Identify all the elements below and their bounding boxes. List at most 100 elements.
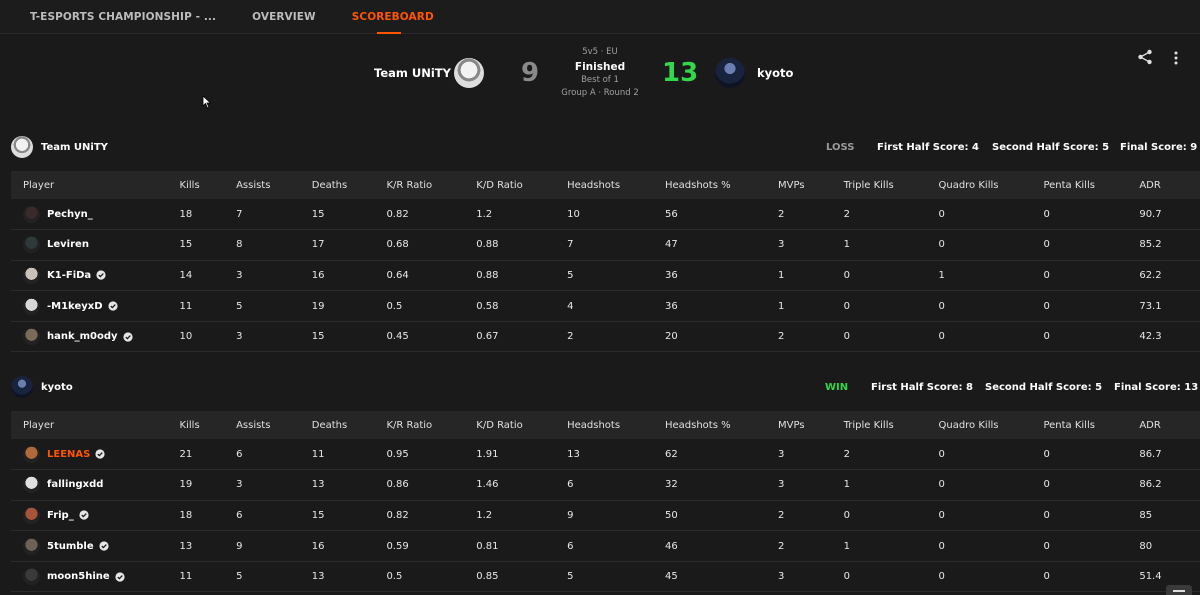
column-header-kd-ratio[interactable]: K/D Ratio bbox=[476, 171, 567, 199]
cell-penta-kills: 0 bbox=[1043, 199, 1140, 231]
column-header-kills[interactable]: Kills bbox=[180, 411, 237, 439]
player-cell[interactable]: Frip_ bbox=[11, 500, 180, 532]
scroll-to-bottom-button[interactable] bbox=[1166, 585, 1192, 595]
table-row[interactable]: Leviren 15 8 17 0.68 0.88 7 47 3 1 0 0 85.2 bbox=[11, 229, 1200, 261]
player-name[interactable]: fallingxdd bbox=[47, 479, 103, 490]
final-score: Final Score: 13 bbox=[1114, 382, 1199, 393]
cell-kd-ratio: 1.2 bbox=[476, 199, 568, 231]
column-header-deaths[interactable]: Deaths bbox=[312, 171, 387, 199]
table-row[interactable]: hank_m0ody 10 3 15 0.45 0.67 2 20 2 0 0 0 42.3 bbox=[11, 321, 1200, 353]
player-avatar[interactable] bbox=[23, 476, 40, 494]
column-header-penta-kills[interactable]: Penta Kills bbox=[1043, 171, 1139, 199]
column-header-mvps[interactable]: MVPs bbox=[778, 411, 844, 439]
column-header-kr-ratio[interactable]: K/R Ratio bbox=[386, 171, 476, 199]
cell-headshots-pct: 56 bbox=[664, 199, 779, 231]
player-avatar[interactable] bbox=[23, 266, 40, 284]
match-status: Finished bbox=[574, 61, 626, 73]
left-team-name[interactable]: Team UNiTY bbox=[374, 66, 451, 80]
column-header-assists[interactable]: Assists bbox=[236, 171, 312, 199]
player-name[interactable]: LEENAS bbox=[47, 449, 90, 460]
left-team-logo[interactable] bbox=[454, 58, 484, 88]
player-name[interactable]: moon5hine bbox=[47, 571, 110, 582]
right-team-logo[interactable] bbox=[715, 58, 745, 88]
table-row[interactable]: fallingxdd 19 3 13 0.86 1.46 6 32 3 1 0 0 86.2 bbox=[11, 469, 1200, 501]
cell-mvps: 1 bbox=[778, 290, 844, 322]
cell-deaths: 17 bbox=[311, 229, 387, 261]
player-cell[interactable]: 5tumble bbox=[11, 530, 180, 562]
column-header-kills[interactable]: Kills bbox=[180, 171, 237, 199]
player-avatar[interactable] bbox=[23, 328, 40, 346]
second-half-score: Second Half Score: 5 bbox=[985, 382, 1103, 393]
player-cell[interactable]: LEENAS bbox=[11, 439, 180, 471]
cell-mvps: 2 bbox=[778, 199, 844, 231]
player-avatar[interactable] bbox=[23, 445, 40, 463]
team-name[interactable]: Team UNiTY bbox=[41, 142, 108, 153]
team-name[interactable]: kyoto bbox=[41, 382, 73, 393]
player-name[interactable]: K1-FiDa bbox=[47, 270, 91, 281]
column-header-quadro-kills[interactable]: Quadro Kills bbox=[938, 171, 1043, 199]
table-row[interactable]: LEENAS 21 6 11 0.95 1.91 13 62 3 2 0 0 86.7 bbox=[11, 439, 1200, 471]
column-header-quadro-kills[interactable]: Quadro Kills bbox=[938, 411, 1043, 439]
table-row[interactable]: Pechyn_ 18 7 15 0.82 1.2 10 56 2 2 0 0 90.7 bbox=[11, 199, 1200, 231]
player-name[interactable]: Leviren bbox=[47, 239, 89, 250]
column-header-kd-ratio[interactable]: K/D Ratio bbox=[476, 411, 567, 439]
column-header-player[interactable]: Player bbox=[11, 411, 180, 439]
table-row[interactable]: -M1keyxD 11 5 19 0.5 0.58 4 36 1 0 0 0 73.1 bbox=[11, 290, 1200, 322]
column-header-triple-kills[interactable]: Triple Kills bbox=[844, 411, 939, 439]
tab-overview[interactable]: OVERVIEW bbox=[252, 0, 316, 34]
column-header-penta-kills[interactable]: Penta Kills bbox=[1043, 411, 1139, 439]
player-name[interactable]: Frip_ bbox=[47, 510, 74, 521]
player-avatar[interactable] bbox=[23, 537, 40, 555]
player-name[interactable]: 5tumble bbox=[47, 541, 94, 552]
right-team-name[interactable]: kyoto bbox=[757, 66, 793, 80]
column-header-headshots-pct[interactable]: Headshots % bbox=[665, 171, 778, 199]
cell-triple-kills: 2 bbox=[843, 199, 939, 231]
player-avatar[interactable] bbox=[23, 236, 40, 254]
column-header-adr[interactable]: ADR bbox=[1139, 171, 1200, 199]
column-header-headshots[interactable]: Headshots bbox=[567, 171, 665, 199]
final-score: Final Score: 9 bbox=[1120, 142, 1198, 153]
cell-adr: 42.3 bbox=[1139, 321, 1200, 353]
column-header-player[interactable]: Player bbox=[11, 171, 180, 199]
player-cell[interactable]: K1-FiDa bbox=[11, 260, 180, 292]
table-row[interactable]: moon5hine 11 5 13 0.5 0.85 5 45 3 0 0 0 51.4 bbox=[11, 561, 1200, 593]
column-header-triple-kills[interactable]: Triple Kills bbox=[844, 171, 939, 199]
column-header-headshots[interactable]: Headshots bbox=[567, 411, 665, 439]
cell-headshots-pct: 32 bbox=[664, 469, 779, 501]
player-name[interactable]: -M1keyxD bbox=[47, 301, 103, 312]
column-header-headshots-pct[interactable]: Headshots % bbox=[665, 411, 778, 439]
scoreboard-table-1: Player Kills Assists Deaths K/R Ratio K/D Rat… bbox=[11, 171, 1200, 353]
share-icon[interactable] bbox=[1137, 49, 1153, 65]
column-header-assists[interactable]: Assists bbox=[236, 411, 312, 439]
player-avatar[interactable] bbox=[23, 568, 40, 586]
column-header-adr[interactable]: ADR bbox=[1139, 411, 1200, 439]
cell-kd-ratio: 0.88 bbox=[476, 260, 568, 292]
scoreboard-table-2: Player Kills Assists Deaths K/R Ratio K/D Rat… bbox=[11, 411, 1200, 593]
player-cell[interactable]: fallingxdd bbox=[11, 469, 180, 501]
player-cell[interactable]: Pechyn_ bbox=[11, 199, 180, 231]
player-cell[interactable]: hank_m0ody bbox=[11, 321, 180, 353]
player-cell[interactable]: moon5hine bbox=[11, 561, 180, 593]
player-avatar[interactable] bbox=[23, 297, 40, 315]
table-row[interactable]: K1-FiDa 14 3 16 0.64 0.88 5 36 1 0 1 0 62.2 bbox=[11, 260, 1200, 292]
player-name[interactable]: hank_m0ody bbox=[47, 331, 118, 342]
cell-mvps: 3 bbox=[778, 469, 844, 501]
tab-championship[interactable]: T-ESPORTS CHAMPIONSHIP - ... bbox=[30, 0, 216, 34]
table-row[interactable]: 5tumble 13 9 16 0.59 0.81 6 46 2 1 0 0 80 bbox=[11, 530, 1200, 562]
column-header-mvps[interactable]: MVPs bbox=[778, 171, 844, 199]
table-row[interactable]: Frip_ 18 6 15 0.82 1.2 9 50 2 0 0 0 85 bbox=[11, 500, 1200, 532]
player-avatar[interactable] bbox=[23, 205, 40, 223]
column-header-deaths[interactable]: Deaths bbox=[312, 411, 387, 439]
column-header-kr-ratio[interactable]: K/R Ratio bbox=[386, 411, 476, 439]
tab-scoreboard[interactable]: SCOREBOARD bbox=[352, 0, 434, 34]
player-name[interactable]: Pechyn_ bbox=[47, 209, 93, 220]
match-best-of: Best of 1 bbox=[581, 75, 619, 85]
player-avatar[interactable] bbox=[23, 506, 40, 524]
cell-headshots: 5 bbox=[567, 260, 665, 292]
player-cell[interactable]: Leviren bbox=[11, 229, 180, 261]
cell-assists: 7 bbox=[236, 199, 312, 231]
player-cell[interactable]: -M1keyxD bbox=[11, 290, 180, 322]
cell-assists: 6 bbox=[236, 500, 312, 532]
more-vertical-icon[interactable] bbox=[1171, 50, 1181, 66]
cell-penta-kills: 0 bbox=[1043, 260, 1140, 292]
